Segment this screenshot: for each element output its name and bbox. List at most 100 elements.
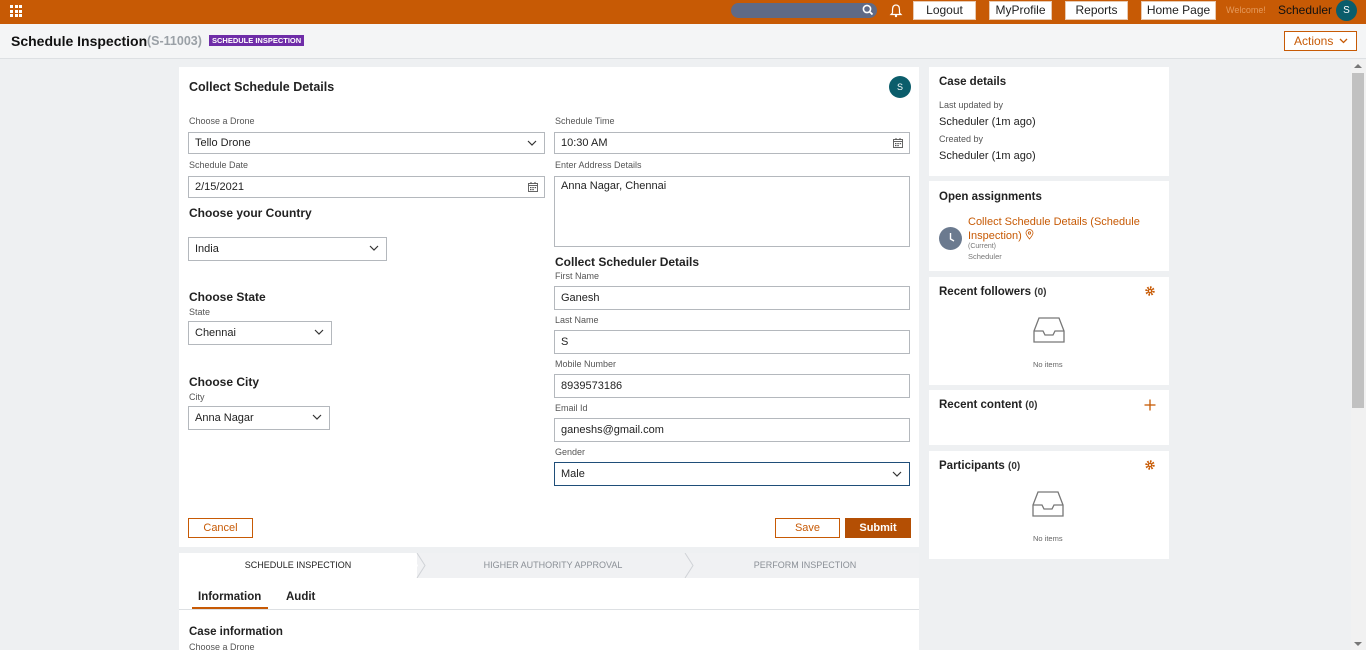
date-input[interactable]: 2/15/2021 bbox=[188, 176, 545, 198]
drone-select[interactable]: Tello Drone bbox=[188, 132, 545, 154]
app-menu-icon[interactable] bbox=[10, 5, 22, 17]
updated-label: Last updated by bbox=[939, 100, 1004, 110]
participants-empty: No items bbox=[1033, 534, 1063, 543]
mobile-label: Mobile Number bbox=[555, 359, 617, 369]
location-pin-icon bbox=[1025, 229, 1034, 240]
case-details-title: Case details bbox=[939, 76, 1007, 88]
stage-higher-authority-approval: HIGHER AUTHORITY APPROVAL bbox=[483, 560, 623, 570]
save-button[interactable]: Save bbox=[775, 518, 840, 538]
state-section-title: Choose State bbox=[189, 290, 266, 304]
assignments-title: Open assignments bbox=[939, 191, 1042, 203]
reports-button[interactable]: Reports bbox=[1065, 1, 1128, 20]
empty-tray-icon bbox=[1033, 317, 1065, 343]
assignment-current: (Current) bbox=[968, 243, 997, 250]
email-field[interactable]: ganeshs@gmail.com bbox=[554, 418, 910, 442]
case-id: (S-11003) bbox=[147, 34, 202, 48]
updated-value: Scheduler (1m ago) bbox=[939, 116, 1036, 128]
welcome-text: Welcome! bbox=[1226, 5, 1266, 15]
chevron-down-icon bbox=[1339, 38, 1348, 44]
tab-active-indicator bbox=[192, 607, 268, 609]
tab-audit[interactable]: Audit bbox=[286, 591, 315, 603]
first-name-input[interactable]: Ganesh bbox=[554, 286, 910, 310]
date-label: Schedule Date bbox=[189, 160, 249, 170]
chevron-down-icon bbox=[527, 140, 537, 146]
user-name[interactable]: Scheduler bbox=[1278, 3, 1332, 17]
scrollbar-thumb[interactable] bbox=[1352, 73, 1364, 408]
case-header bbox=[0, 24, 1366, 59]
time-input[interactable]: 10:30 AM bbox=[554, 132, 910, 154]
city-label: City bbox=[189, 392, 205, 402]
myprofile-button[interactable]: MyProfile bbox=[989, 1, 1052, 20]
drone-label: Choose a Drone bbox=[189, 116, 255, 126]
calendar-icon[interactable] bbox=[893, 138, 903, 148]
calendar-icon[interactable] bbox=[528, 182, 538, 192]
home-page-button[interactable]: Home Page bbox=[1141, 1, 1216, 20]
scheduler-section-title: Collect Scheduler Details bbox=[555, 255, 700, 269]
chevron-down-icon bbox=[312, 414, 322, 420]
chevron-down-icon bbox=[369, 245, 379, 251]
assignment-link-text: Collect Schedule Details (Schedule Inspe… bbox=[968, 216, 1140, 242]
gender-value: Male bbox=[561, 468, 585, 480]
chevron-down-icon bbox=[314, 329, 324, 335]
assignee-avatar: S bbox=[889, 76, 911, 98]
city-section-title: Choose City bbox=[189, 375, 260, 389]
form-title: Collect Schedule Details bbox=[189, 80, 335, 94]
time-value: 10:30 AM bbox=[561, 137, 608, 149]
first-name-label: First Name bbox=[555, 271, 600, 281]
tab-divider bbox=[179, 609, 919, 610]
participants-title: Participants (0) bbox=[939, 460, 1020, 472]
followers-title-text: Recent followers bbox=[939, 286, 1032, 298]
actions-label: Actions bbox=[1294, 34, 1334, 48]
search-icon[interactable] bbox=[861, 4, 875, 16]
avatar[interactable]: S bbox=[1336, 0, 1357, 21]
city-value: Anna Nagar bbox=[195, 412, 254, 424]
status-badge: SCHEDULE INSPECTION bbox=[209, 35, 305, 46]
followers-count: (0) bbox=[1034, 287, 1047, 298]
case-info-drone-label: Choose a Drone bbox=[189, 642, 255, 650]
submit-button[interactable]: Submit bbox=[845, 518, 911, 538]
participants-title-text: Participants bbox=[939, 460, 1005, 472]
last-name-label: Last Name bbox=[555, 315, 599, 325]
date-value: 2/15/2021 bbox=[195, 181, 244, 193]
assignment-link[interactable]: Collect Schedule Details (Schedule Inspe… bbox=[968, 215, 1148, 243]
mobile-input[interactable]: 8939573186 bbox=[554, 374, 910, 398]
case-info-title: Case information bbox=[189, 626, 283, 638]
recent-content-count: (0) bbox=[1025, 400, 1038, 411]
actions-button[interactable]: Actions bbox=[1284, 31, 1357, 51]
cancel-button[interactable]: Cancel bbox=[188, 518, 253, 538]
logout-button[interactable]: Logout bbox=[913, 1, 976, 20]
drone-value: Tello Drone bbox=[195, 137, 251, 149]
state-select[interactable]: Chennai bbox=[188, 321, 332, 345]
details-panel bbox=[179, 578, 919, 650]
country-value: India bbox=[195, 243, 219, 255]
gear-icon[interactable] bbox=[1144, 459, 1156, 471]
tab-information[interactable]: Information bbox=[198, 591, 261, 603]
address-label: Enter Address Details bbox=[555, 160, 642, 170]
search-input[interactable] bbox=[731, 3, 877, 18]
empty-tray-icon bbox=[1032, 491, 1064, 517]
stage-perform-inspection: PERFORM INSPECTION bbox=[753, 560, 857, 570]
city-select[interactable]: Anna Nagar bbox=[188, 406, 330, 430]
email-label: Email Id bbox=[555, 403, 588, 413]
time-label: Schedule Time bbox=[555, 116, 615, 126]
gear-icon[interactable] bbox=[1144, 285, 1156, 297]
address-textarea[interactable]: Anna Nagar, Chennai bbox=[554, 176, 910, 247]
followers-title: Recent followers (0) bbox=[939, 286, 1046, 298]
country-section-title: Choose your Country bbox=[189, 206, 312, 220]
country-select[interactable]: India bbox=[188, 237, 387, 261]
scroll-up-icon[interactable] bbox=[1354, 63, 1362, 69]
plus-icon[interactable] bbox=[1144, 399, 1156, 411]
recent-content-title: Recent content (0) bbox=[939, 399, 1038, 411]
gender-select[interactable]: Male bbox=[554, 462, 910, 486]
recent-content-title-text: Recent content bbox=[939, 399, 1023, 411]
participants-count: (0) bbox=[1008, 461, 1021, 472]
last-name-input[interactable]: S bbox=[554, 330, 910, 354]
gender-label: Gender bbox=[555, 447, 586, 457]
bell-icon[interactable] bbox=[889, 3, 903, 18]
state-label: State bbox=[189, 307, 211, 317]
stage-schedule-inspection: SCHEDULE INSPECTION bbox=[244, 560, 352, 570]
assignment-assignee: Scheduler bbox=[968, 252, 1002, 261]
state-value: Chennai bbox=[195, 327, 236, 339]
page-title: Schedule Inspection bbox=[11, 33, 148, 49]
scroll-down-icon[interactable] bbox=[1354, 641, 1362, 647]
